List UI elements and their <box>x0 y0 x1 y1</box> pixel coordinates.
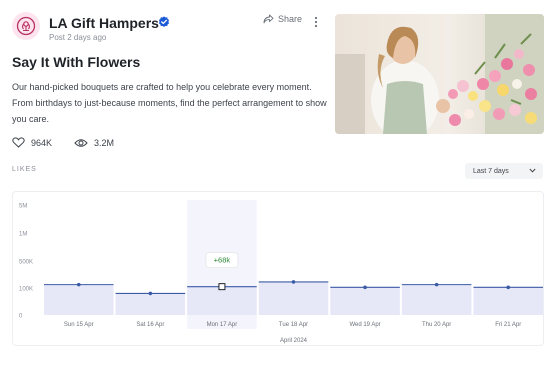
bar-area <box>401 284 472 315</box>
bar-area <box>473 287 543 315</box>
tooltip-label: +68k <box>214 256 231 265</box>
x-tick-label: Fri 21 Apr <box>495 322 521 328</box>
data-point <box>76 282 81 287</box>
share-icon <box>263 14 274 24</box>
bar-area <box>258 281 329 315</box>
date-range-select[interactable]: Last 7 days <box>465 163 543 179</box>
likes-section-label: LIKES <box>12 166 37 173</box>
chevron-down-icon <box>529 168 536 173</box>
date-range-value: Last 7 days <box>473 167 509 175</box>
data-point <box>506 285 511 290</box>
bar-area <box>187 286 257 315</box>
heart-icon <box>12 137 25 148</box>
highlighted-point <box>218 283 226 291</box>
likes-chart: 5M 1M 500K 100K 0 Sun 15 Apr Sat 16 Apr Mon 17 … <box>19 200 543 344</box>
post-image[interactable] <box>335 14 544 134</box>
y-tick-label: 5M <box>19 204 27 210</box>
data-point <box>148 291 153 296</box>
x-axis-label: April 2024 <box>280 338 308 344</box>
flower-logo-icon <box>16 16 36 36</box>
x-tick-label: Tue 18 Apr <box>279 322 308 328</box>
x-tick-label: Sun 15 Apr <box>64 322 94 328</box>
bar-area <box>115 293 186 315</box>
share-button[interactable]: Share <box>263 14 302 24</box>
florist-photo <box>335 14 544 134</box>
likes-chart-card: 5M 1M 500K 100K 0 Sun 15 Apr Sat 16 Apr Mon 17 … <box>12 191 544 346</box>
share-label: Share <box>278 14 303 24</box>
post-header: LA Gift Hampers Post 2 days ago Share <box>12 12 327 44</box>
brand-avatar[interactable] <box>12 12 40 40</box>
post-timestamp: Post 2 days ago <box>49 33 107 42</box>
y-tick-label: 1M <box>19 232 27 238</box>
bar-area <box>44 284 114 315</box>
y-tick-label: 500K <box>19 260 33 266</box>
views-count: 3.2M <box>94 137 115 148</box>
y-tick-label: 0 <box>19 314 23 320</box>
x-tick-label: Mon 17 Apr <box>207 322 238 328</box>
post-title: Say It With Flowers <box>12 54 141 70</box>
engagement-stats: 964K 3.2M <box>12 137 114 148</box>
x-tick-label: Thu 20 Apr <box>422 322 451 328</box>
likes-stat[interactable]: 964K <box>12 137 52 148</box>
verified-badge-icon <box>158 16 170 27</box>
data-point <box>291 280 296 284</box>
eye-icon <box>74 138 88 147</box>
data-point <box>363 285 367 290</box>
likes-count: 964K <box>31 137 53 148</box>
bar-area <box>330 287 400 315</box>
post-description: Our hand-picked bouquets are crafted to … <box>12 82 327 124</box>
brand-name[interactable]: LA Gift Hampers <box>49 15 159 31</box>
y-tick-label: 100K <box>19 287 33 293</box>
x-tick-label: Sat 16 Apr <box>136 322 164 328</box>
more-options-icon[interactable] <box>312 15 320 29</box>
views-stat[interactable]: 3.2M <box>74 137 114 148</box>
data-point <box>434 282 439 287</box>
x-tick-label: Wed 19 Apr <box>349 322 380 328</box>
